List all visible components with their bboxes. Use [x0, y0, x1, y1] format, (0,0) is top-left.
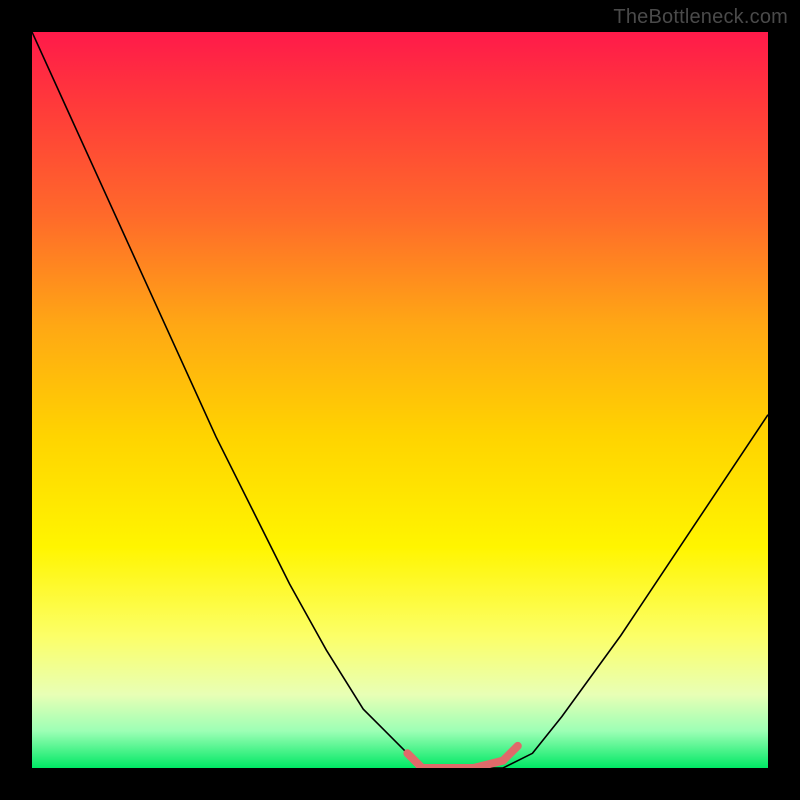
highlight-segment	[407, 746, 517, 768]
chart-container: TheBottleneck.com	[0, 0, 800, 800]
curve-svg	[32, 32, 768, 768]
watermark-text: TheBottleneck.com	[613, 6, 788, 29]
plot-area	[32, 32, 768, 768]
bottleneck-curve	[32, 32, 768, 768]
